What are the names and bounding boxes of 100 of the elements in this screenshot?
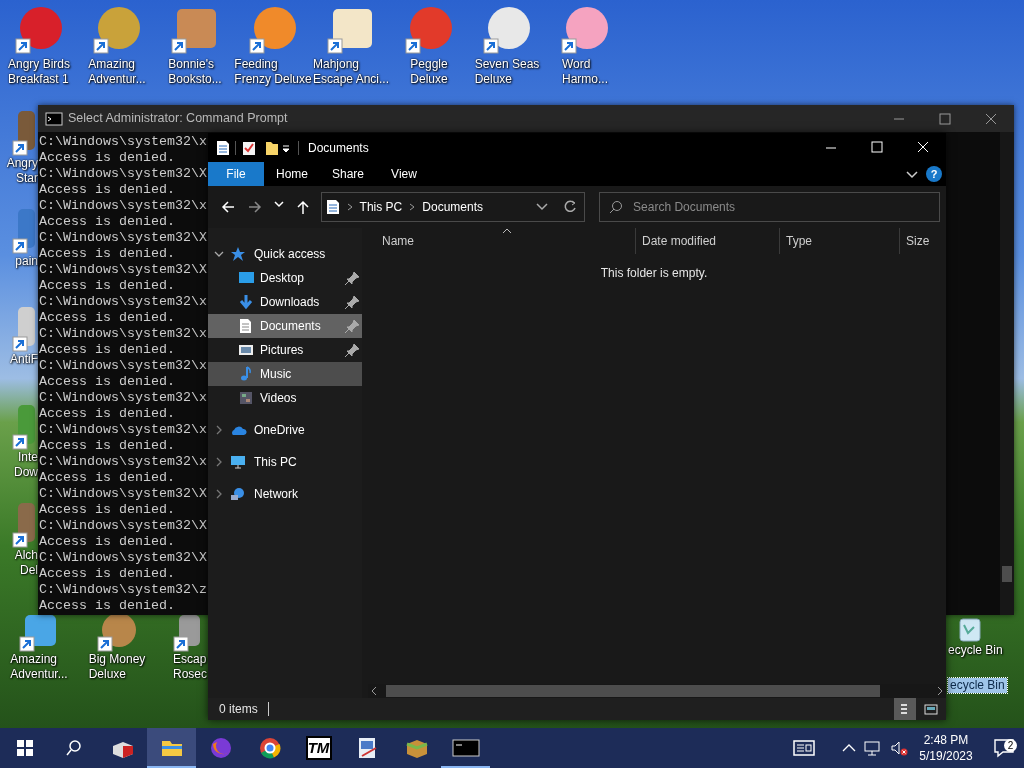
chevron-up-icon[interactable] [842,743,856,753]
back-arrow-icon[interactable] [219,199,236,215]
clock-date[interactable]: 5/19/2023 [916,748,976,764]
tree-item[interactable]: Documents [208,314,362,338]
scrollbar[interactable] [1000,132,1014,615]
chrome-circle-icon [257,736,282,760]
scrollbar-thumb[interactable] [1002,566,1012,582]
console-line: C:\Windows\system32\x [39,134,207,150]
chevron-right-icon [345,202,354,212]
icon-label[interactable]: Angry Birds Breakfast 1 [8,57,70,87]
tree-item-label[interactable]: Quick access [254,245,362,263]
console-line: Access is denied. [39,438,175,454]
console-line: Access is denied. [39,182,175,198]
icon-label[interactable]: Big Money Deluxe [88,652,146,682]
ribbon-tab[interactable]: Home [264,162,320,186]
tree-item[interactable]: This PC [208,450,362,474]
taskbar-button[interactable] [147,728,196,768]
icon-label[interactable]: Bonnie's Booksto... [168,57,222,87]
start-button[interactable] [15,739,34,757]
column-header[interactable]: Type [780,228,900,254]
tree-item-label[interactable]: Documents [260,317,342,335]
tree-item[interactable]: OneDrive [208,418,362,442]
taskbar-button[interactable]: TM [294,728,343,768]
scrollbar-thumb[interactable] [386,685,880,697]
console-line: Access is denied. [39,214,175,230]
shortcut-icon[interactable] [15,6,63,54]
console-line: Access is denied. [39,374,175,390]
file-menu-tab[interactable]: File [208,162,264,186]
ribbon-tab[interactable]: Share [320,162,376,186]
network-icon[interactable] [864,740,882,756]
tree-item[interactable]: Desktop [208,266,362,290]
empty-folder-message: This folder is empty. [600,265,708,280]
tree-item[interactable]: Pictures [208,338,362,362]
tree-item[interactable]: Videos [208,386,362,410]
breadcrumb[interactable]: This PC [359,198,403,216]
document-icon[interactable] [216,139,230,156]
shortcut-icon[interactable] [12,108,38,156]
pin-icon[interactable] [342,271,362,285]
icon-label[interactable]: Alch Del [14,548,38,578]
tree-item-label[interactable]: This PC [254,453,362,471]
console-line: C:\Windows\system32\X [39,550,207,566]
search-icon[interactable] [64,739,83,757]
icon-label[interactable]: ecycle Bin [948,643,1003,658]
tree-item-label[interactable]: Music [260,365,362,383]
view-button[interactable] [894,698,916,720]
window-title: Select Administrator: Command Prompt [68,110,288,128]
tree-item[interactable]: Downloads [208,290,362,314]
column-header[interactable]: Date modified [636,228,780,254]
volume-muted-icon[interactable] [890,740,908,756]
tree-item-label[interactable]: OneDrive [254,421,362,439]
console-line: Access is denied. [39,278,175,294]
address-bar[interactable]: This PC Documents [320,192,586,222]
tree-item[interactable]: Quick access [208,242,362,266]
column-header[interactable]: Size [900,228,946,254]
icon-label[interactable]: Peggle Deluxe [410,57,448,87]
icon-label[interactable]: Seven Seas Deluxe [474,57,540,87]
tree-item-label[interactable]: Pictures [260,341,342,359]
console-line: C:\Windows\system32\X [39,518,207,534]
console-icon [451,736,480,760]
clock-time[interactable]: 2:48 PM [916,732,976,748]
help-button[interactable]: ? [926,166,942,182]
icon-label[interactable]: ecycle Bin [948,678,1007,693]
pin-icon[interactable] [342,343,362,357]
icon-label[interactable]: Amazing Adventur... [88,57,146,87]
checklist-icon[interactable] [241,139,257,156]
shortcut-icon[interactable] [19,612,59,652]
item-count: 0 items [219,701,258,718]
icon-label[interactable]: Amazing Adventur... [10,652,68,682]
folder-icon[interactable] [265,139,279,156]
pin-icon[interactable] [342,295,362,309]
shortcut-icon[interactable] [12,500,38,548]
forward-arrow-icon[interactable] [247,199,264,215]
icon-label[interactable]: Escap Rosec [173,652,207,682]
breadcrumb[interactable]: Documents [422,198,483,216]
chevron-down-icon[interactable] [906,168,918,180]
console-line: C:\Windows\system32\x [39,198,207,214]
chevron-down-icon[interactable] [536,202,549,212]
ribbon-tab[interactable]: View [376,162,432,186]
tree-item[interactable]: Music [208,362,362,386]
icon-label[interactable]: Inte Dow [14,450,38,480]
tree-item-label[interactable]: Desktop [260,269,342,287]
search-field[interactable]: Search Documents [599,192,941,222]
tree-item[interactable]: Network [208,482,362,506]
tree-item-label[interactable]: Network [254,485,362,503]
console-line: C:\Windows\system32\X [39,166,207,182]
console-line: Access is denied. [39,310,175,326]
icon-label[interactable]: Angry Star [6,156,38,186]
icon-label[interactable]: Feeding Frenzy Deluxe [234,57,312,87]
column-header[interactable]: Name [368,228,636,254]
icon-label[interactable]: Mahjong Escape Anci... [312,57,389,87]
tree-item-label[interactable]: Downloads [260,293,342,311]
notifications-button[interactable]: 2 [984,738,1024,758]
tree-item-label[interactable]: Videos [260,389,362,407]
shortcut-icon[interactable] [97,612,137,652]
shortcut-icon[interactable] [173,612,203,652]
console-line: C:\Windows\system32\X [39,486,207,502]
chevron-right-icon [408,202,417,212]
news-icon[interactable] [792,739,816,757]
icon-label[interactable]: Word Harmo... [562,57,608,87]
console-line: Access is denied. [39,246,175,262]
